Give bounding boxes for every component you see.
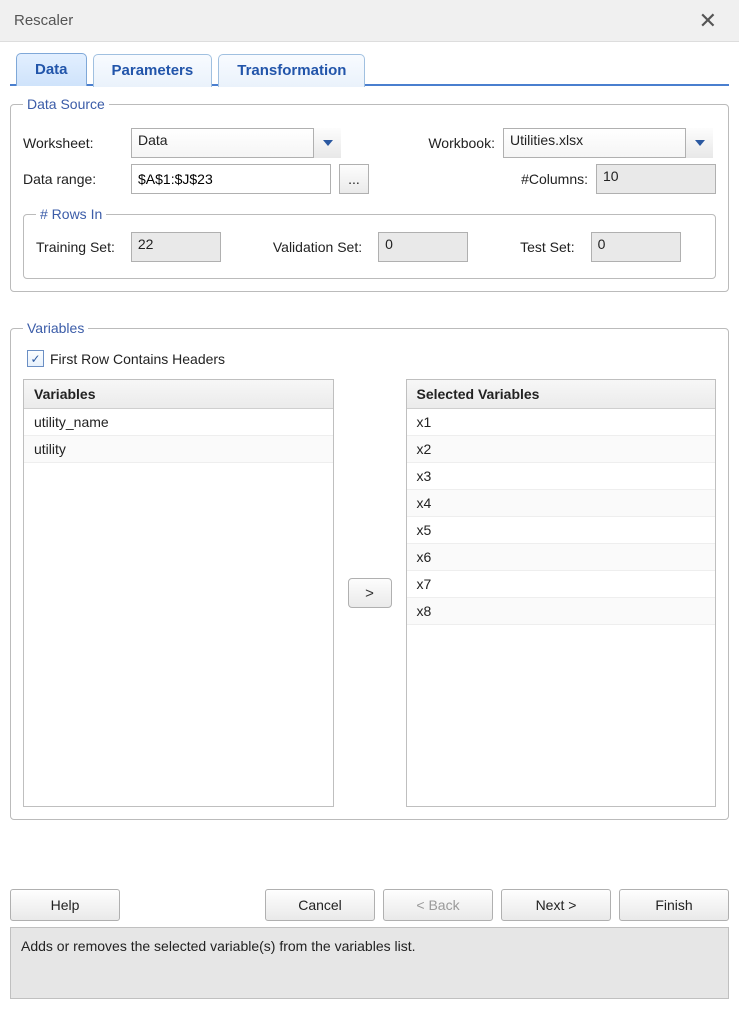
training-label: Training Set:	[36, 239, 115, 255]
rescaler-window: Rescaler ✕ Data Parameters Transformatio…	[0, 0, 739, 1009]
tab-bar: Data Parameters Transformation	[10, 52, 729, 85]
checkbox-first-row-headers[interactable]: ✓	[27, 350, 44, 367]
legend-variables: Variables	[23, 320, 88, 336]
list-item[interactable]: x6	[407, 544, 716, 571]
tab-parameters[interactable]: Parameters	[93, 54, 213, 87]
tab-data[interactable]: Data	[16, 53, 87, 86]
test-value: 0	[591, 232, 681, 262]
selected-variables-header: Selected Variables	[407, 380, 716, 409]
move-button[interactable]: >	[348, 578, 392, 608]
list-item[interactable]: x2	[407, 436, 716, 463]
list-item[interactable]: x7	[407, 571, 716, 598]
validation-value: 0	[378, 232, 468, 262]
training-value: 22	[131, 232, 221, 262]
legend-rows-in: # Rows In	[36, 206, 106, 222]
validation-label: Validation Set:	[273, 239, 362, 255]
list-item[interactable]: utility	[24, 436, 333, 463]
list-item[interactable]: utility_name	[24, 409, 333, 436]
hint-text: Adds or removes the selected variable(s)…	[10, 927, 729, 999]
back-button[interactable]: < Back	[383, 889, 493, 921]
list-item[interactable]: x3	[407, 463, 716, 490]
workbook-label: Workbook:	[395, 135, 495, 151]
workbook-select[interactable]: Utilities.xlsx	[503, 128, 713, 158]
list-item[interactable]: x5	[407, 517, 716, 544]
titlebar: Rescaler ✕	[0, 0, 739, 42]
content-area: Data Parameters Transformation Data Sour…	[0, 42, 739, 1009]
datarange-label: Data range:	[23, 171, 123, 187]
worksheet-label: Worksheet:	[23, 135, 123, 151]
window-title: Rescaler	[14, 12, 73, 29]
first-row-headers-label: First Row Contains Headers	[50, 351, 225, 367]
fieldset-rows-in: # Rows In Training Set: 22 Validation Se…	[23, 206, 716, 279]
close-icon[interactable]: ✕	[691, 6, 725, 36]
datarange-input[interactable]	[131, 164, 331, 194]
available-variables-list[interactable]: Variables utility_nameutility	[23, 379, 334, 807]
help-button[interactable]: Help	[10, 889, 120, 921]
list-item[interactable]: x8	[407, 598, 716, 625]
cancel-button[interactable]: Cancel	[265, 889, 375, 921]
bottom-button-bar: Help Cancel < Back Next > Finish	[10, 889, 729, 921]
selected-variables-list[interactable]: Selected Variables x1x2x3x4x5x6x7x8	[406, 379, 717, 807]
worksheet-select[interactable]: Data	[131, 128, 341, 158]
range-picker-button[interactable]: ...	[339, 164, 369, 194]
fieldset-variables: Variables ✓ First Row Contains Headers V…	[10, 320, 729, 820]
available-variables-header: Variables	[24, 380, 333, 409]
finish-button[interactable]: Finish	[619, 889, 729, 921]
list-item[interactable]: x4	[407, 490, 716, 517]
test-label: Test Set:	[520, 239, 574, 255]
list-item[interactable]: x1	[407, 409, 716, 436]
next-button[interactable]: Next >	[501, 889, 611, 921]
columns-value: 10	[596, 164, 716, 194]
columns-label: #Columns:	[488, 171, 588, 187]
tab-transformation[interactable]: Transformation	[218, 54, 365, 87]
fieldset-data-source: Data Source Worksheet: Data Workbook: Ut…	[10, 96, 729, 292]
legend-data-source: Data Source	[23, 96, 109, 112]
